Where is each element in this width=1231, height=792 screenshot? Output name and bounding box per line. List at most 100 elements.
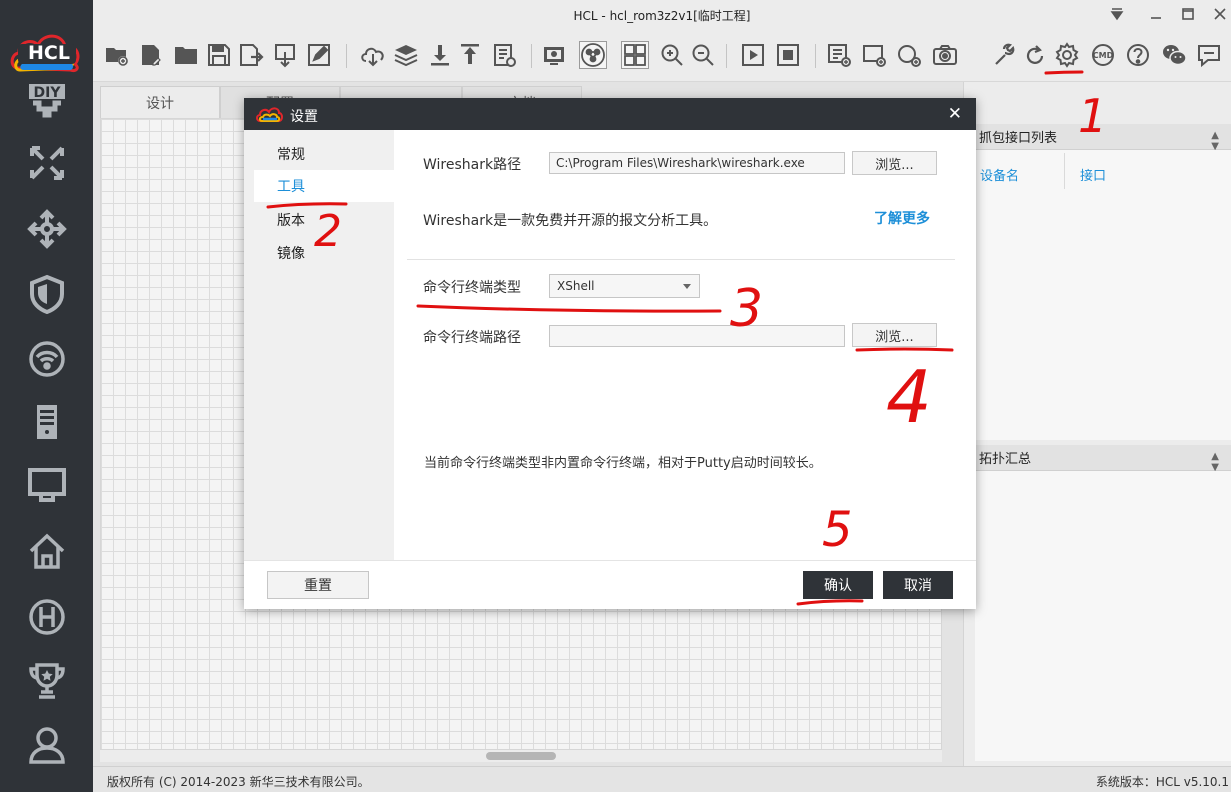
wireshark-path-label: Wireshark路径 bbox=[423, 157, 522, 173]
nav-item-image[interactable]: 镜像 bbox=[254, 237, 394, 269]
upload-icon[interactable] bbox=[456, 41, 484, 69]
edit-icon[interactable] bbox=[305, 41, 333, 69]
firewall-icon[interactable] bbox=[24, 271, 70, 317]
topology-summary-title: 拓扑汇总 bbox=[979, 452, 1032, 467]
toolbar-separator bbox=[346, 44, 347, 68]
terminal-note: 当前命令行终端类型非内置命令行终端，相对于Putty启动时间较长。 bbox=[424, 456, 822, 471]
status-bar: 版权所有 (C) 2014-2023 新华三技术有限公司。 系统版本：HCL v… bbox=[93, 766, 1231, 792]
maximize-button[interactable] bbox=[1178, 5, 1198, 23]
capture-icon[interactable] bbox=[540, 41, 568, 69]
hcl-logo: HCL bbox=[10, 30, 84, 74]
triangle-down-icon bbox=[1110, 8, 1124, 21]
export-icon[interactable] bbox=[271, 41, 299, 69]
stop-icon[interactable] bbox=[774, 41, 802, 69]
add-list-icon[interactable] bbox=[825, 41, 853, 69]
left-sidebar: HCL DIY bbox=[0, 0, 93, 792]
wireless-icon[interactable] bbox=[24, 336, 70, 382]
save-as-icon[interactable] bbox=[237, 41, 265, 69]
collapse-icon[interactable]: ▲ ▼ bbox=[1211, 451, 1219, 473]
refresh-icon[interactable] bbox=[1021, 41, 1049, 69]
help-icon[interactable] bbox=[1124, 41, 1152, 69]
terminal-type-label: 命令行终端类型 bbox=[423, 280, 521, 296]
h3c-icon[interactable] bbox=[24, 594, 70, 640]
wrench-icon[interactable] bbox=[989, 41, 1017, 69]
column-interface[interactable]: 接口 bbox=[1080, 165, 1106, 184]
topology-summary-body bbox=[975, 471, 1231, 761]
open-project-icon[interactable] bbox=[137, 41, 165, 69]
wireshark-browse-button[interactable]: 浏览... bbox=[852, 151, 937, 175]
terminal-browse-button[interactable]: 浏览... bbox=[852, 323, 937, 347]
column-separator bbox=[1064, 153, 1065, 189]
new-project-icon[interactable] bbox=[103, 41, 131, 69]
diy-icon[interactable]: DIY bbox=[24, 78, 70, 124]
wireshark-path-input[interactable]: C:\Program Files\Wireshark\wireshark.exe bbox=[549, 152, 845, 174]
terminal-type-value: XShell bbox=[557, 279, 595, 293]
toolbar-separator bbox=[726, 44, 727, 68]
capture-list-body bbox=[975, 150, 1231, 440]
wireshark-description: Wireshark是一款免费并开源的报文分析工具。 bbox=[423, 213, 718, 229]
cmd-text: CMD bbox=[1093, 51, 1114, 60]
cmd-icon[interactable]: CMD bbox=[1089, 41, 1117, 69]
home-icon[interactable] bbox=[24, 528, 70, 574]
open-folder-icon[interactable] bbox=[172, 41, 200, 69]
horizontal-scrollbar-thumb[interactable] bbox=[486, 752, 556, 760]
start-icon[interactable] bbox=[739, 41, 767, 69]
camera-icon[interactable] bbox=[931, 41, 959, 69]
import-icon[interactable] bbox=[426, 41, 454, 69]
learn-more-link[interactable]: 了解更多 bbox=[874, 208, 930, 228]
collapse-icon[interactable]: ▲ ▼ bbox=[1211, 130, 1219, 152]
dialog-title: 设置 bbox=[290, 109, 318, 125]
section-divider bbox=[407, 259, 955, 260]
dialog-close-icon[interactable]: ✕ bbox=[948, 104, 962, 124]
minimize-icon bbox=[1151, 17, 1161, 19]
nav-item-tools[interactable]: 工具 bbox=[254, 170, 394, 202]
column-device-name[interactable]: 设备名 bbox=[980, 165, 1019, 184]
grid-icon[interactable] bbox=[621, 41, 649, 69]
cloud-download-icon[interactable] bbox=[359, 41, 387, 69]
dialog-title-bar: 设置 ✕ bbox=[244, 98, 976, 130]
layers-icon[interactable] bbox=[392, 41, 420, 69]
reset-button[interactable]: 重置 bbox=[267, 571, 369, 599]
terminal-icon[interactable] bbox=[24, 462, 70, 508]
feedback-icon[interactable] bbox=[1195, 41, 1223, 69]
trophy-icon[interactable] bbox=[24, 658, 70, 704]
version-text: 系统版本：HCL v5.10.1 bbox=[1095, 775, 1229, 789]
topology-summary-header: 拓扑汇总 ▲ ▼ bbox=[975, 445, 1231, 473]
nav-item-general[interactable]: 常规 bbox=[254, 138, 394, 170]
ok-button[interactable]: 确认 bbox=[803, 571, 873, 599]
topology-icon[interactable] bbox=[579, 41, 607, 69]
logo-text: HCL bbox=[28, 42, 70, 64]
close-button[interactable] bbox=[1210, 5, 1230, 23]
server-icon[interactable] bbox=[24, 399, 70, 445]
hcl-cloud-icon bbox=[256, 107, 283, 122]
zoom-out-icon[interactable] bbox=[689, 41, 717, 69]
terminal-type-select[interactable]: XShell bbox=[549, 274, 700, 298]
save-icon[interactable] bbox=[205, 41, 233, 69]
settings-icon[interactable] bbox=[1053, 41, 1081, 69]
cancel-button[interactable]: 取消 bbox=[883, 571, 953, 599]
add-link-icon[interactable] bbox=[895, 41, 923, 69]
window-title: HCL - hcl_rom3z2v1[临时工程] bbox=[573, 9, 751, 23]
minimize-button[interactable] bbox=[1146, 5, 1166, 23]
tab-design[interactable]: 设计 bbox=[100, 86, 220, 118]
title-bar: HCL - hcl_rom3z2v1[临时工程] bbox=[93, 0, 1231, 30]
dialog-footer: 重置 确认 取消 bbox=[244, 560, 976, 609]
main-toolbar: CMD bbox=[93, 30, 1231, 82]
capture-list-header: 抓包接口列表 ▲ ▼ bbox=[975, 124, 1231, 152]
diy-text: DIY bbox=[34, 85, 62, 101]
dropdown-menu-button[interactable] bbox=[1107, 5, 1127, 23]
terminal-path-input[interactable] bbox=[549, 325, 845, 347]
log-icon[interactable] bbox=[490, 41, 518, 69]
wechat-icon[interactable] bbox=[1160, 41, 1188, 69]
chevron-down-icon bbox=[683, 284, 691, 289]
switch-icon[interactable] bbox=[24, 206, 70, 252]
add-device-icon[interactable] bbox=[860, 41, 888, 69]
routing-icon[interactable] bbox=[24, 140, 70, 186]
nav-item-version[interactable]: 版本 bbox=[254, 204, 394, 236]
close-icon bbox=[1214, 8, 1226, 20]
maximize-icon bbox=[1182, 8, 1194, 20]
settings-nav: 常规 工具 版本 镜像 bbox=[244, 130, 394, 560]
terminal-path-label: 命令行终端路径 bbox=[423, 330, 521, 346]
zoom-in-icon[interactable] bbox=[658, 41, 686, 69]
user-icon[interactable] bbox=[24, 722, 70, 768]
